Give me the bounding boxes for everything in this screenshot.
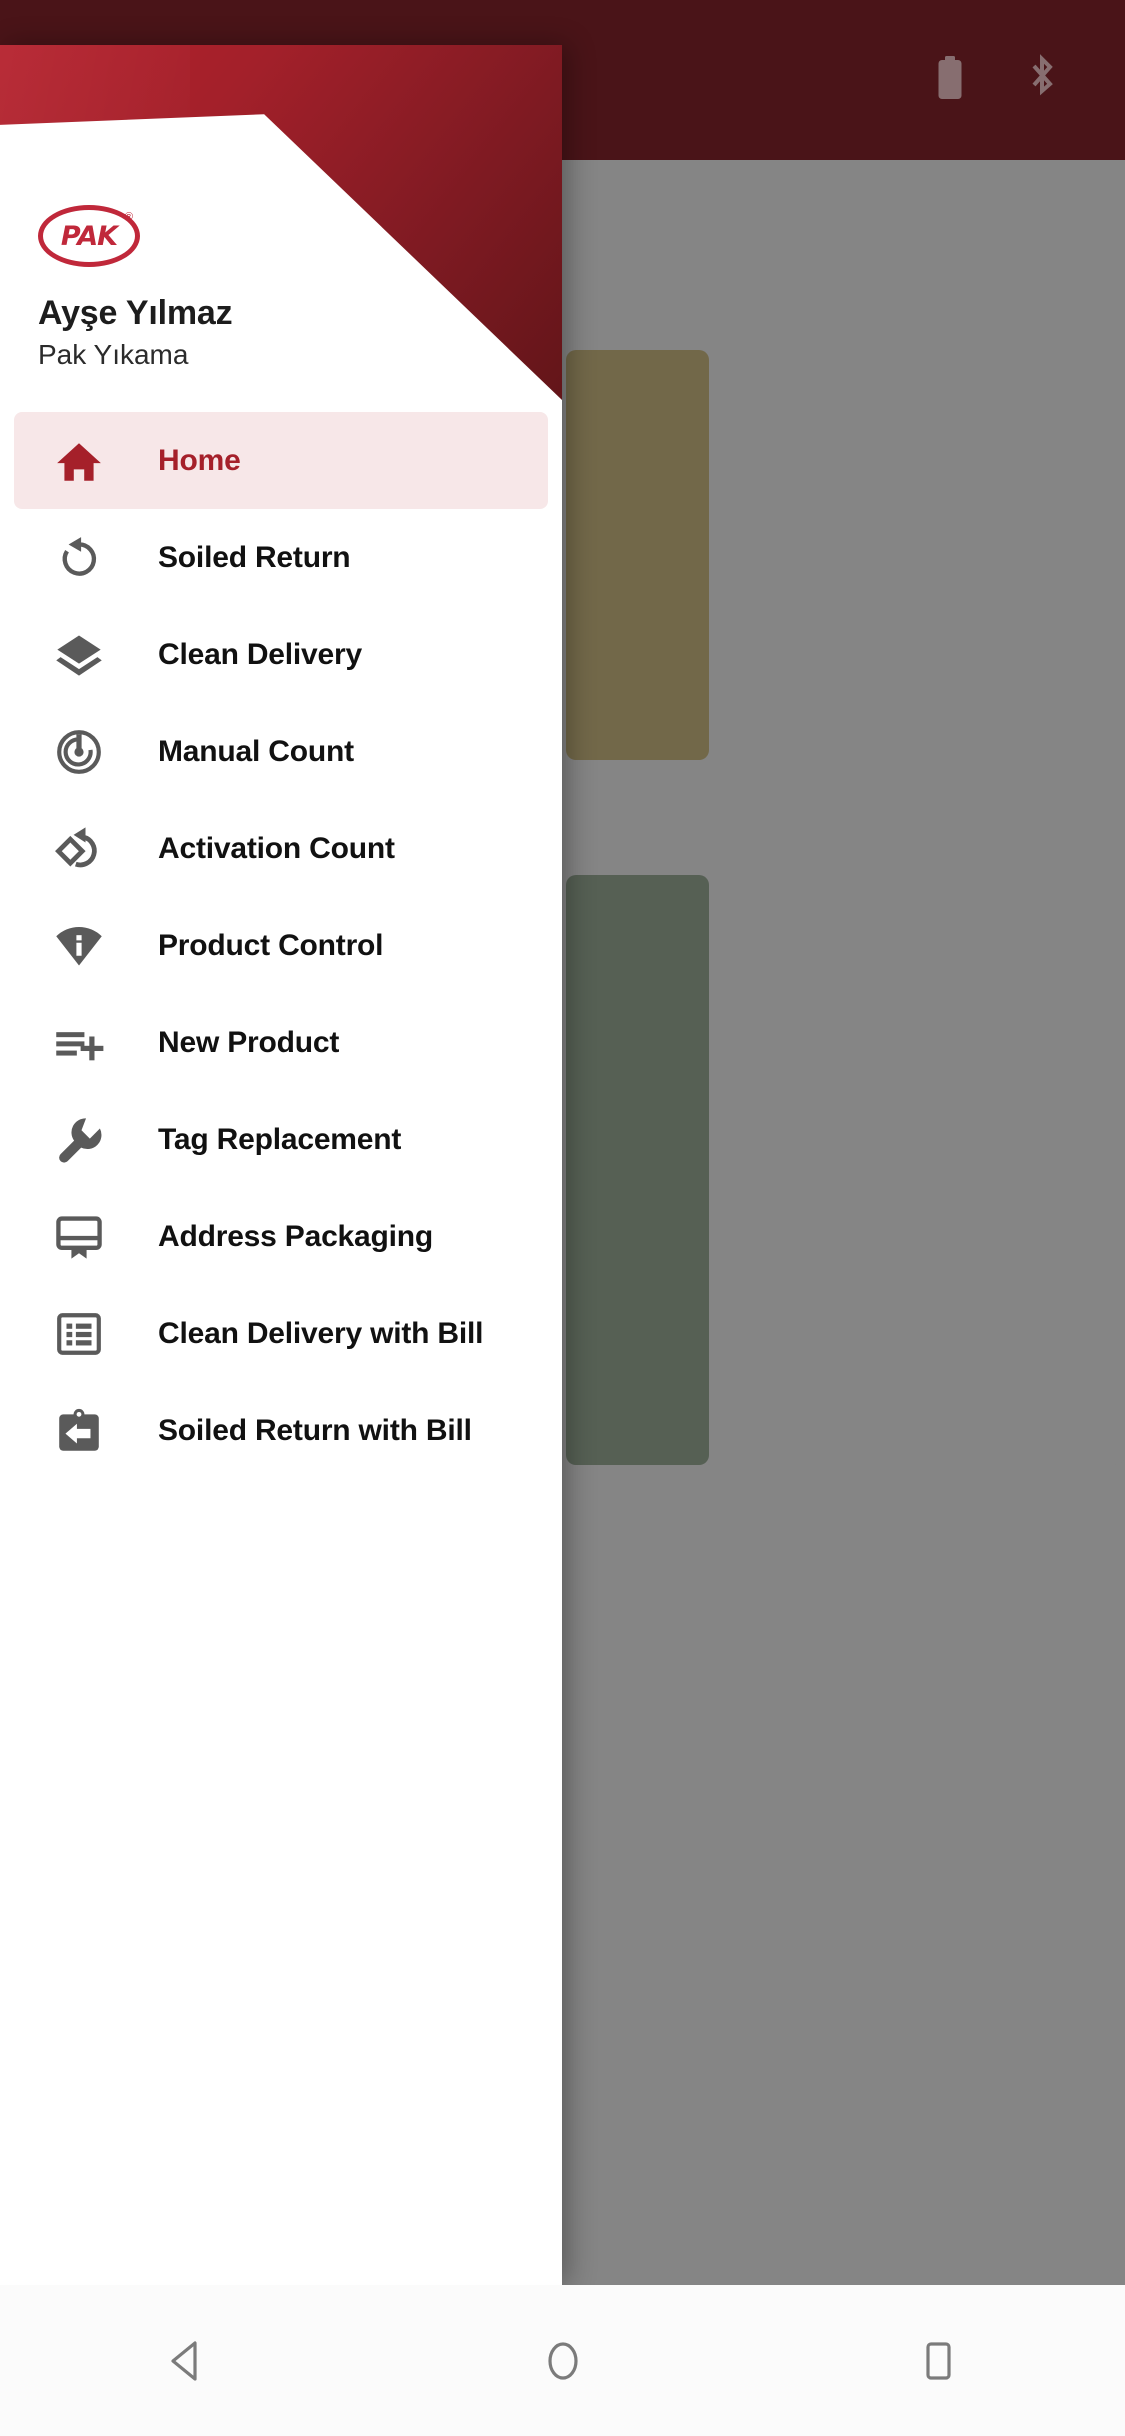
info-signal-icon bbox=[52, 919, 106, 973]
bluetooth-icon bbox=[1025, 53, 1059, 107]
menu-item-soiled-return[interactable]: Soiled Return bbox=[14, 509, 548, 606]
clipboard-arrow-left-icon bbox=[52, 1404, 106, 1458]
menu-item-clean-delivery-with-bill[interactable]: Clean Delivery with Bill bbox=[14, 1285, 548, 1382]
rotate-left-icon bbox=[52, 531, 106, 585]
nav-home-button[interactable] bbox=[483, 2285, 643, 2436]
home-icon bbox=[52, 434, 106, 488]
navigation-drawer: PAK ® Ayşe Yılmaz Pak Yıkama Home Soiled… bbox=[0, 45, 562, 2285]
pak-logo: PAK ® bbox=[38, 205, 140, 267]
menu-item-tag-replacement[interactable]: Tag Replacement bbox=[14, 1091, 548, 1188]
nav-back-button[interactable] bbox=[108, 2285, 268, 2436]
background-card-2 bbox=[566, 875, 709, 1465]
user-organization: Pak Yıkama bbox=[38, 338, 189, 370]
menu-item-label: New Product bbox=[158, 1025, 340, 1059]
target-radar-icon bbox=[52, 725, 106, 779]
menu-item-address-packaging[interactable]: Address Packaging bbox=[14, 1188, 548, 1285]
wrench-icon bbox=[52, 1113, 106, 1167]
menu-item-product-control[interactable]: Product Control bbox=[14, 897, 548, 994]
background-panel bbox=[700, 350, 1125, 1465]
menu-item-label: Clean Delivery bbox=[158, 637, 362, 671]
menu-item-label: Soiled Return with Bill bbox=[158, 1413, 472, 1447]
home-circle-icon bbox=[547, 2341, 578, 2380]
layers-icon bbox=[52, 628, 106, 682]
menu-item-label: Activation Count bbox=[158, 831, 395, 865]
background-card-1 bbox=[566, 350, 709, 760]
recents-square-icon bbox=[925, 2341, 951, 2380]
label-tag-icon bbox=[52, 1210, 106, 1264]
user-name: Ayşe Yılmaz bbox=[38, 294, 233, 332]
receipt-list-icon bbox=[52, 1307, 106, 1361]
menu-item-clean-delivery[interactable]: Clean Delivery bbox=[14, 606, 548, 703]
registered-trademark-icon: ® bbox=[124, 211, 133, 223]
menu-item-label: Address Packaging bbox=[158, 1219, 434, 1253]
menu-item-activation-count[interactable]: Activation Count bbox=[14, 800, 548, 897]
battery-icon bbox=[937, 55, 963, 105]
phone-screen: PAK ® Ayşe Yılmaz Pak Yıkama Home Soiled… bbox=[0, 0, 1125, 2436]
menu-item-manual-count[interactable]: Manual Count bbox=[14, 703, 548, 800]
menu-item-label: Manual Count bbox=[158, 734, 354, 768]
menu-item-home[interactable]: Home bbox=[14, 412, 548, 509]
list-plus-icon bbox=[52, 1016, 106, 1070]
back-triangle-icon bbox=[170, 2340, 197, 2381]
menu-item-label: Home bbox=[158, 443, 241, 477]
brand-block: PAK ® Ayşe Yılmaz Pak Yıkama bbox=[0, 205, 562, 371]
menu-item-label: Clean Delivery with Bill bbox=[158, 1316, 484, 1350]
nav-recents-button[interactable] bbox=[858, 2285, 1018, 2436]
system-navigation-bar bbox=[0, 2285, 1125, 2436]
menu-item-soiled-return-with-bill[interactable]: Soiled Return with Bill bbox=[14, 1382, 548, 1479]
diamond-rotate-icon bbox=[52, 822, 106, 876]
menu-item-label: Tag Replacement bbox=[158, 1122, 402, 1156]
drawer-menu: Home Soiled Return Clean Delivery Manual… bbox=[0, 400, 562, 1479]
menu-item-label: Product Control bbox=[158, 928, 384, 962]
menu-item-new-product[interactable]: New Product bbox=[14, 994, 548, 1091]
menu-item-label: Soiled Return bbox=[158, 540, 351, 574]
